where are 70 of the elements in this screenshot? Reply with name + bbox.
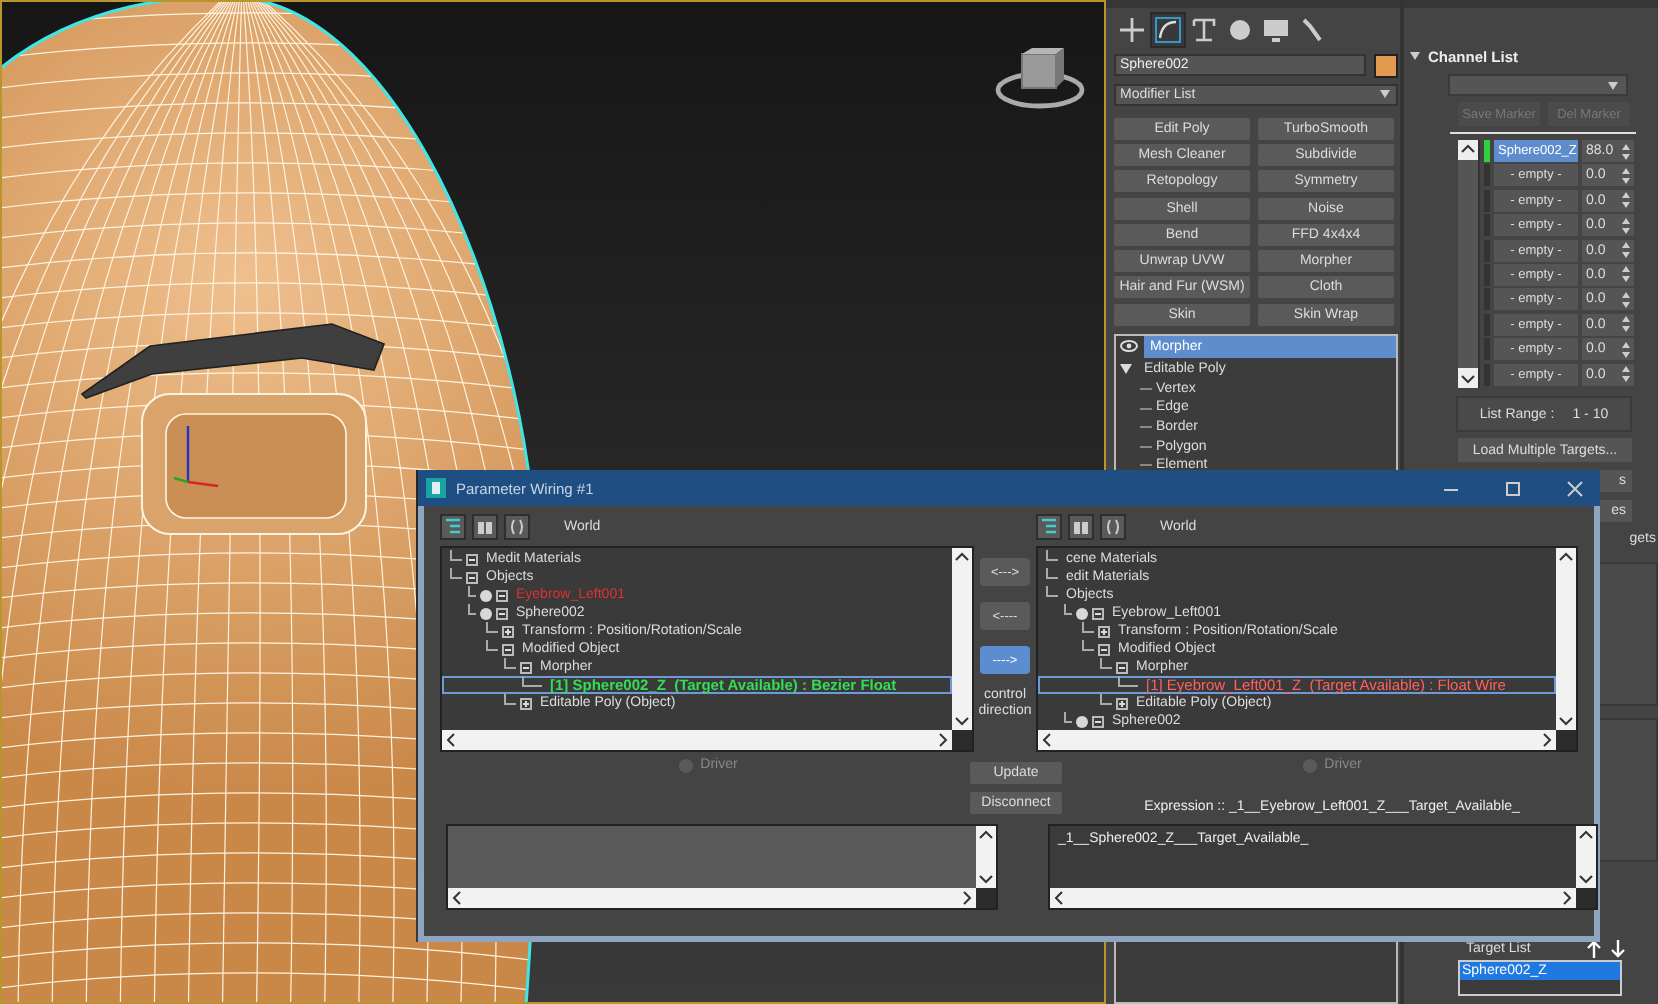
toolbar-button[interactable] (1036, 513, 1062, 539)
expand-box-icon[interactable] (1116, 697, 1128, 709)
object-dot-icon (480, 589, 492, 601)
spinner-icon[interactable] (1622, 167, 1630, 184)
collapse-box-icon[interactable] (466, 571, 478, 583)
scroll-up-icon[interactable] (1458, 140, 1478, 160)
app-logo-icon (426, 478, 446, 498)
spinner-icon[interactable] (1622, 217, 1630, 234)
scrollbar-corner (1556, 730, 1576, 750)
plus-icon (1118, 15, 1146, 44)
up-arrow-icon[interactable] (1586, 939, 1602, 957)
spinner-icon[interactable] (1622, 316, 1630, 333)
spinner-icon[interactable] (1622, 341, 1630, 358)
spinner-icon[interactable] (1622, 291, 1630, 308)
object-dot-icon (480, 607, 492, 619)
toolbar-button[interactable] (504, 513, 530, 539)
brackets-icon (508, 517, 526, 535)
expand-box-icon[interactable] (1098, 625, 1110, 637)
scrollbar-corner (1576, 888, 1596, 908)
maximize-icon[interactable] (1503, 479, 1521, 497)
vertical-scrollbar[interactable] (952, 548, 972, 730)
scrollbar-corner (952, 730, 972, 750)
tree-view-icon (1040, 517, 1058, 535)
collapse-box-icon[interactable] (466, 553, 478, 565)
binoculars-icon (476, 517, 494, 535)
panel-tab[interactable] (1150, 11, 1186, 48)
object-dot-icon (1076, 715, 1088, 727)
spinner-icon[interactable] (1622, 242, 1630, 259)
spinner-icon[interactable] (1622, 366, 1630, 383)
scroll-down-icon[interactable] (1458, 368, 1478, 388)
color-swatch[interactable] (1374, 53, 1398, 78)
toolbar-button[interactable] (1100, 513, 1126, 539)
spinner-icon[interactable] (1622, 266, 1630, 283)
horizontal-scrollbar[interactable] (1038, 730, 1556, 750)
binoculars-icon (1072, 517, 1090, 535)
down-arrow-icon[interactable] (1610, 939, 1626, 957)
curve-box-icon (1154, 15, 1182, 44)
collapse-box-icon[interactable] (496, 589, 508, 601)
viewcube-icon[interactable] (994, 48, 1086, 112)
horizontal-scrollbar[interactable] (442, 730, 952, 750)
collapse-box-icon[interactable] (1092, 715, 1104, 727)
circle-icon (1226, 15, 1254, 44)
object-dot-icon (1076, 607, 1088, 619)
marker-dropdown[interactable] (1448, 74, 1628, 96)
scrollbar-corner (976, 888, 996, 908)
collapse-box-icon[interactable] (502, 643, 514, 655)
expression-field[interactable] (446, 824, 998, 910)
collapse-caret-icon[interactable] (1410, 52, 1420, 60)
spinner-icon[interactable] (1622, 143, 1630, 159)
dropdown-caret-icon (1608, 81, 1618, 89)
collapse-box-icon[interactable] (1098, 643, 1110, 655)
collapse-box-icon[interactable] (520, 661, 532, 673)
toolbar-button[interactable] (440, 513, 466, 539)
collapse-box-icon[interactable] (1116, 661, 1128, 673)
toolbar-button[interactable] (472, 513, 498, 539)
tree-view-icon (444, 517, 462, 535)
monitor-icon (1262, 15, 1290, 44)
expand-box-icon[interactable] (502, 625, 514, 637)
collapse-box-icon[interactable] (496, 607, 508, 619)
expand-box-icon[interactable] (520, 697, 532, 709)
eye-icon[interactable] (1120, 340, 1138, 353)
channel-scrollbar[interactable] (1458, 140, 1480, 388)
toolbar-button[interactable] (1068, 513, 1094, 539)
spinner-icon[interactable] (1622, 192, 1630, 209)
expand-triangle-icon[interactable] (1120, 363, 1132, 374)
brackets-icon (1104, 517, 1122, 535)
dropdown-caret-icon (1380, 90, 1390, 99)
collapse-box-icon[interactable] (1092, 607, 1104, 619)
vertical-scrollbar[interactable] (1556, 548, 1576, 730)
close-icon[interactable] (1565, 479, 1583, 497)
